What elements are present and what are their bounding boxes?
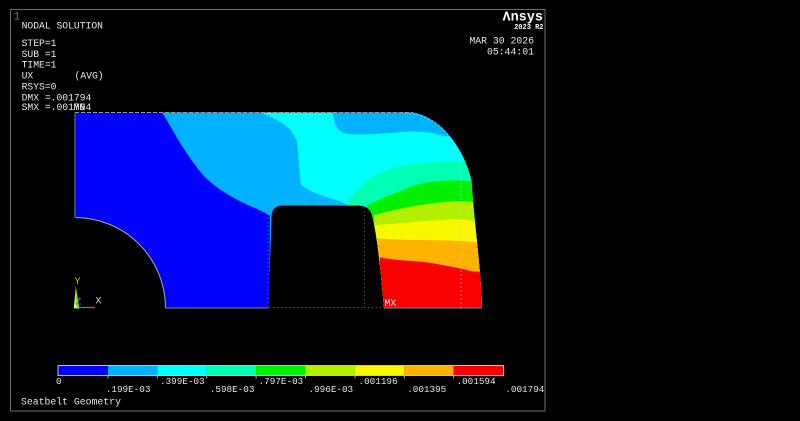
svg-text:.598E-03: .598E-03 xyxy=(210,384,255,395)
svg-text:.996E-03: .996E-03 xyxy=(309,384,354,395)
svg-text:MAR 30 2026: MAR 30 2026 xyxy=(469,36,534,47)
svg-text:.001395: .001395 xyxy=(407,384,446,395)
svg-text:TIME=1: TIME=1 xyxy=(22,60,57,71)
svg-text:Z: Z xyxy=(76,297,82,308)
svg-text:.399E-03: .399E-03 xyxy=(160,376,205,387)
svg-text:STEP=1: STEP=1 xyxy=(22,38,57,49)
svg-text:SMX =.001794: SMX =.001794 xyxy=(22,102,92,113)
svg-text:05:44:01: 05:44:01 xyxy=(487,47,534,58)
svg-text:X: X xyxy=(96,296,102,307)
svg-text:SUB =1: SUB =1 xyxy=(22,49,57,60)
svg-text:(AVG): (AVG) xyxy=(75,71,104,82)
svg-text:UX: UX xyxy=(22,71,34,82)
svg-text:MX: MX xyxy=(385,298,397,309)
svg-text:.001594: .001594 xyxy=(457,376,496,387)
svg-text:.001794: .001794 xyxy=(505,384,544,395)
svg-text:Seatbelt Geometry: Seatbelt Geometry xyxy=(21,397,121,408)
svg-text:RSYS=0: RSYS=0 xyxy=(22,82,57,93)
svg-text:.001196: .001196 xyxy=(359,376,398,387)
svg-text:NODAL SOLUTION: NODAL SOLUTION xyxy=(22,21,104,32)
svg-text:.199E-03: .199E-03 xyxy=(106,384,151,395)
svg-text:Y: Y xyxy=(75,276,81,287)
svg-text:.797E-03: .797E-03 xyxy=(259,376,304,387)
svg-text:1: 1 xyxy=(14,12,21,24)
svg-text:2023 R2: 2023 R2 xyxy=(514,24,543,32)
svg-text:0: 0 xyxy=(56,376,62,387)
